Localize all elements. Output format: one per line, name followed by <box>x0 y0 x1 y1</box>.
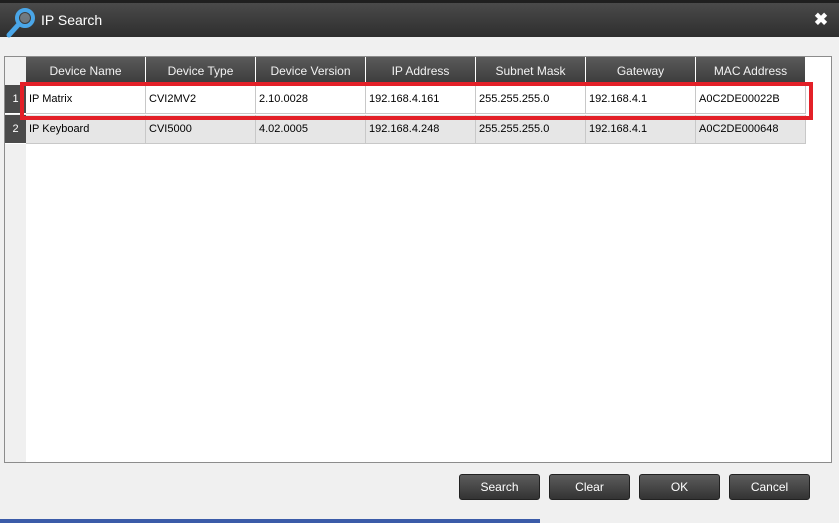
search-button[interactable]: Search <box>459 474 540 500</box>
cell-gateway[interactable]: 192.168.4.1 <box>586 115 696 144</box>
close-icon[interactable]: ✖ <box>813 11 829 28</box>
device-table: Device Name Device Type Device Version I… <box>4 56 832 463</box>
table-corner <box>5 57 26 85</box>
column-header-ip-address[interactable]: IP Address <box>366 57 476 85</box>
column-header-mac-address[interactable]: MAC Address <box>696 57 806 85</box>
column-header-subnet-mask[interactable]: Subnet Mask <box>476 57 586 85</box>
column-header-device-name[interactable]: Device Name <box>26 57 146 85</box>
cell-device-type[interactable]: CVI2MV2 <box>146 85 256 114</box>
column-header-device-version[interactable]: Device Version <box>256 57 366 85</box>
cell-mac-address[interactable]: A0C2DE000648 <box>696 115 806 144</box>
title-bar: IP Search ✖ <box>0 0 839 38</box>
column-header-device-type[interactable]: Device Type <box>146 57 256 85</box>
cell-device-version[interactable]: 4.02.0005 <box>256 115 366 144</box>
cell-ip-address[interactable]: 192.168.4.161 <box>366 85 476 114</box>
column-header-gateway[interactable]: Gateway <box>586 57 696 85</box>
clear-button[interactable]: Clear <box>549 474 630 500</box>
window-title: IP Search <box>41 12 103 28</box>
row-number: 2 <box>5 115 26 144</box>
cell-device-name[interactable]: IP Matrix <box>26 85 146 114</box>
cell-gateway[interactable]: 192.168.4.1 <box>586 85 696 114</box>
bottom-border <box>0 519 540 523</box>
search-icon <box>6 8 35 38</box>
cell-ip-address[interactable]: 192.168.4.248 <box>366 115 476 144</box>
cell-device-version[interactable]: 2.10.0028 <box>256 85 366 114</box>
cancel-button[interactable]: Cancel <box>729 474 810 500</box>
cell-mac-address[interactable]: A0C2DE00022B <box>696 85 806 114</box>
ok-button[interactable]: OK <box>639 474 720 500</box>
cell-subnet-mask[interactable]: 255.255.255.0 <box>476 115 586 144</box>
row-number: 1 <box>5 85 26 114</box>
cell-device-type[interactable]: CVI5000 <box>146 115 256 144</box>
cell-subnet-mask[interactable]: 255.255.255.0 <box>476 85 586 114</box>
cell-device-name[interactable]: IP Keyboard <box>26 115 146 144</box>
